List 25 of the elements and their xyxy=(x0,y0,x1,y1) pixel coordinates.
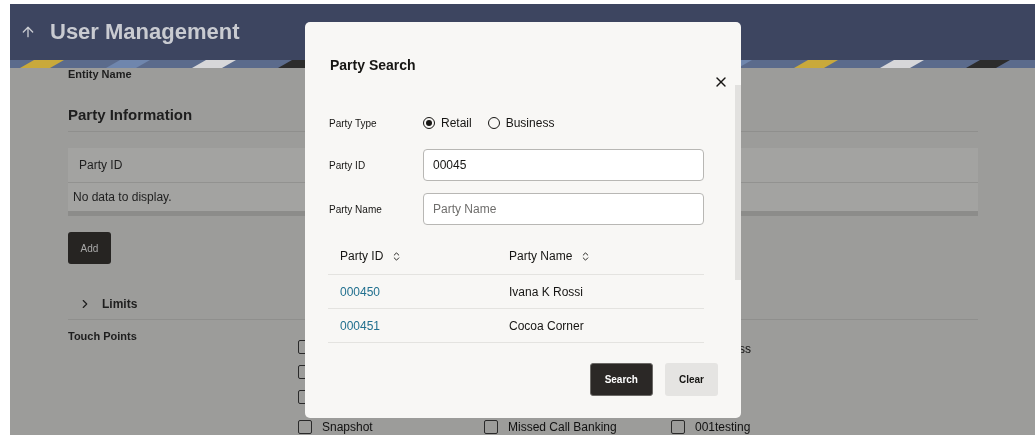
checkbox[interactable] xyxy=(671,419,685,434)
column-header[interactable]: Party Name xyxy=(509,249,704,263)
text-field[interactable]: Party Name xyxy=(423,193,704,225)
radio-option[interactable]: Business xyxy=(487,116,555,130)
field-label: Party Type xyxy=(328,117,378,129)
search-button[interactable]: Search xyxy=(589,363,653,396)
field-label: Party ID xyxy=(328,159,367,171)
field-label: Entity Name xyxy=(68,68,133,80)
party-id-link[interactable]: 000451 xyxy=(340,318,381,333)
column-header[interactable]: Party ID xyxy=(340,249,509,263)
checkbox[interactable] xyxy=(298,419,312,434)
checkbox[interactable] xyxy=(484,419,498,434)
clear-button[interactable]: Clear xyxy=(665,363,718,396)
table-cell: Cocoa Corner xyxy=(509,318,584,333)
add-button[interactable]: Add xyxy=(68,232,111,264)
radio-option[interactable]: Retail xyxy=(423,116,472,130)
checkbox-label: 001testing xyxy=(695,419,751,434)
checkbox-label: Snapshot xyxy=(322,419,373,434)
party-id-link[interactable]: 000450 xyxy=(340,284,381,299)
dialog-title: Party Search xyxy=(330,57,416,73)
page-title: User Management xyxy=(50,19,240,45)
text-field[interactable]: 00045 xyxy=(423,149,704,181)
checkbox-label: Missed Call Banking xyxy=(508,419,617,434)
table-cell: Ivana K Rossi xyxy=(509,284,584,299)
field-label: Touch Points xyxy=(68,330,138,344)
